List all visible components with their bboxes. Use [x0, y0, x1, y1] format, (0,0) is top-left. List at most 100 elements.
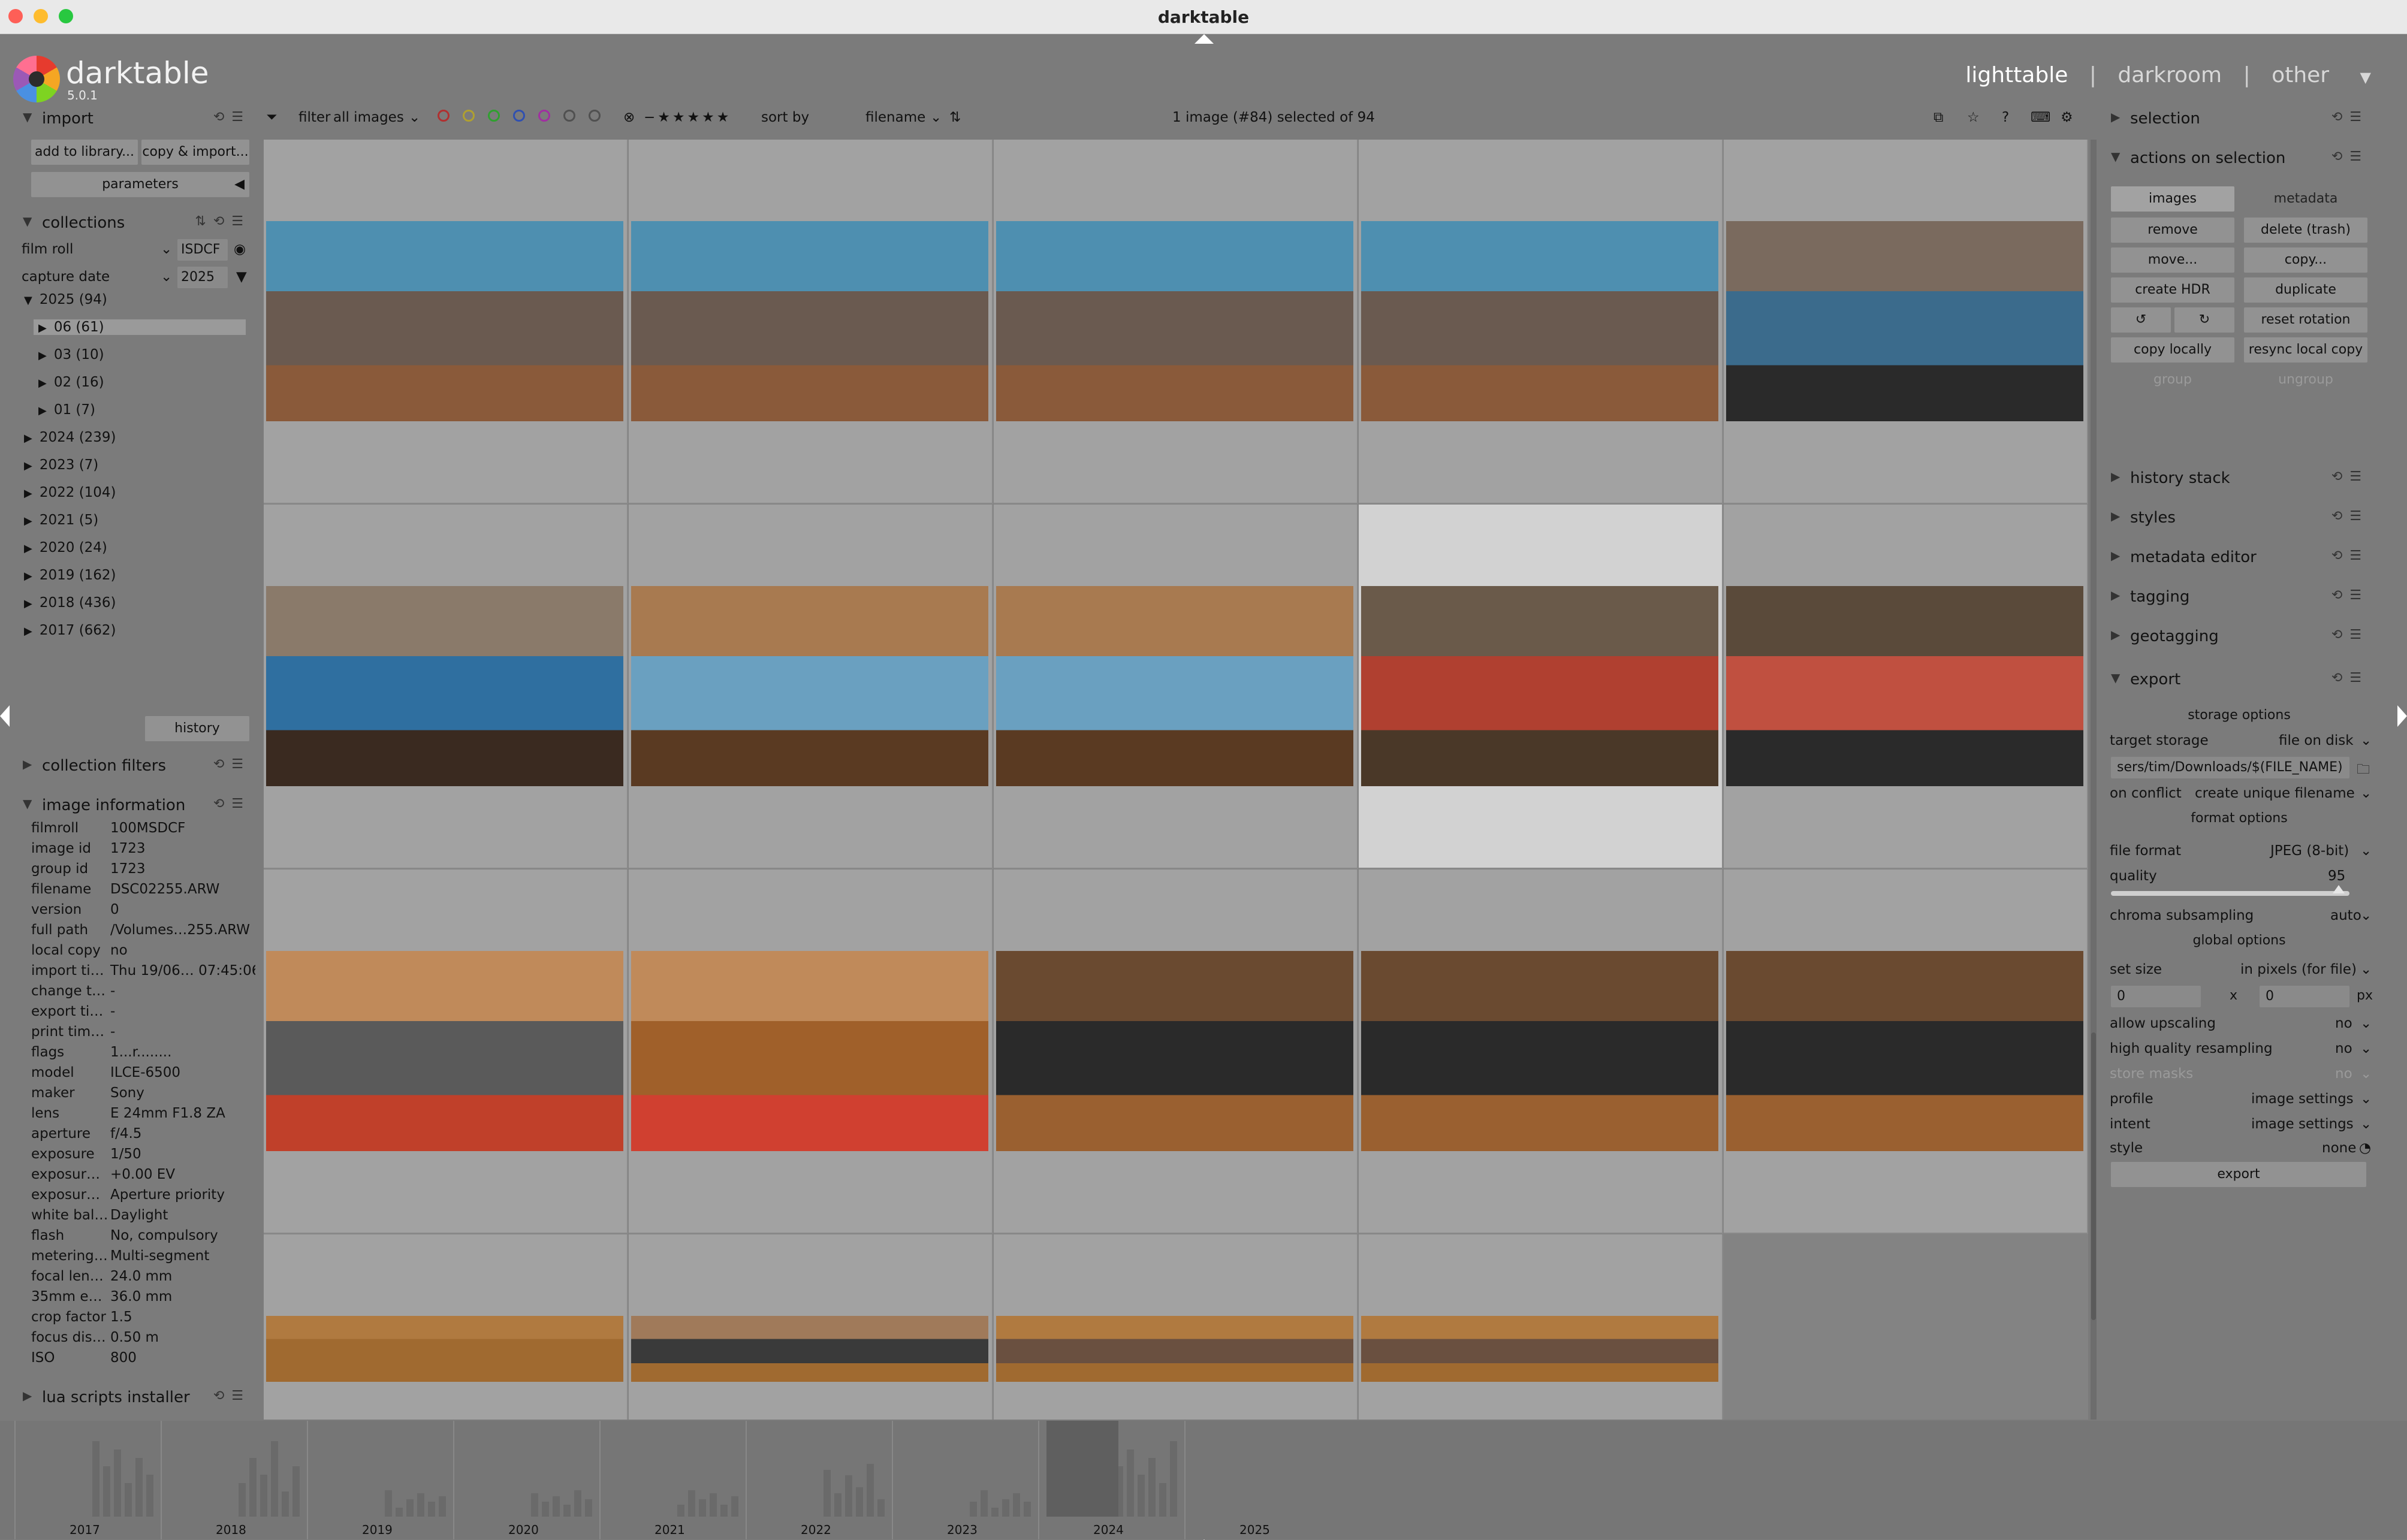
grid-scrollbar[interactable]	[2091, 140, 2097, 1420]
chevron-down-icon[interactable]: ⌄	[2360, 786, 2372, 801]
thumbnail-cell[interactable]	[1359, 869, 1723, 1234]
collection-tree-item[interactable]: ▶03 (10)	[38, 347, 104, 363]
thumbnail-image[interactable]	[631, 951, 988, 1151]
thumbnail-image[interactable]	[1726, 221, 2083, 421]
collection-tree-item[interactable]: ▶2017 (662)	[24, 623, 116, 638]
module-header[interactable]: ▶history stack⟲☰	[2105, 464, 2373, 491]
gear-icon[interactable]: ⚙	[2061, 110, 2073, 125]
collapse-icon[interactable]: ▶	[24, 487, 32, 500]
action-button[interactable]: delete (trash)	[2244, 218, 2367, 243]
collection-rule-2[interactable]: capture date ⌄ 2025 ▼	[17, 265, 255, 289]
star-overlay-icon[interactable]: ☆	[1967, 110, 1980, 125]
chevron-down-icon[interactable]: ⌄	[2360, 1091, 2372, 1107]
sort-order-icon[interactable]: ⇅	[949, 110, 961, 125]
action-button[interactable]: copy...	[2244, 247, 2367, 273]
module-header[interactable]: ▶tagging⟲☰	[2105, 583, 2373, 609]
thumbnail-image[interactable]	[266, 586, 623, 786]
collection-tree-item[interactable]: ▶02 (16)	[38, 375, 104, 390]
selection-module-header[interactable]: ▶ selection ⟲☰	[2105, 105, 2373, 131]
field-value[interactable]: auto	[2330, 908, 2361, 923]
collection-tree-item[interactable]: ▶2020 (24)	[24, 540, 107, 555]
reject-icon[interactable]: ⊗	[623, 110, 635, 125]
field-value[interactable]: JPEG (8-bit)	[2270, 843, 2349, 859]
color-label-filter-icon[interactable]	[513, 110, 525, 122]
color-label-filter-icon[interactable]	[538, 110, 550, 122]
thumbnail-image[interactable]	[996, 586, 1353, 786]
views-dropdown-icon[interactable]: ▼	[2360, 69, 2371, 86]
module-icons[interactable]: ⟲☰	[2331, 671, 2369, 686]
collapse-top-arrow-icon[interactable]	[1195, 34, 1214, 44]
thumbnail-cell[interactable]	[994, 505, 1358, 869]
rating-filter-stars[interactable]: −★★★★★	[644, 110, 731, 125]
thumbnail-cell[interactable]	[1359, 1234, 1723, 1420]
slider-handle[interactable]	[2333, 885, 2345, 893]
thumbnail-image[interactable]	[1726, 951, 2083, 1151]
thumbnail-cell[interactable]	[629, 505, 993, 869]
height-input[interactable]: 0	[2260, 986, 2349, 1007]
timeline[interactable]: 201720182019202020212022202320242025	[0, 1421, 2407, 1539]
thumbnail-cell[interactable]	[1724, 140, 2088, 504]
collapse-icon[interactable]: ▶	[24, 432, 32, 445]
collection-tree-item[interactable]: ▼2025 (94)	[24, 292, 107, 307]
thumbnail-image[interactable]	[1361, 221, 1718, 421]
lighttable-grid[interactable]	[264, 140, 2088, 1420]
module-icons[interactable]: ⟲☰	[213, 1388, 251, 1403]
thumbnail-cell[interactable]	[1724, 869, 2088, 1234]
file-format-row[interactable]: file format JPEG (8-bit) ⌄	[2105, 840, 2373, 863]
collection-tree-item[interactable]: ▶2018 (436)	[24, 595, 116, 611]
rotate-right-button[interactable]: ↻	[2174, 307, 2234, 333]
chevron-down-icon[interactable]: ⌄	[2360, 962, 2372, 977]
chevron-down-icon[interactable]: ⌄	[930, 110, 942, 125]
module-header[interactable]: ▶styles⟲☰	[2105, 504, 2373, 530]
chroma-subsampling-row[interactable]: chroma subsampling auto ⌄	[2105, 904, 2373, 928]
field-value[interactable]: create unique filename	[2195, 786, 2355, 801]
chevron-down-icon[interactable]: ⌄	[2360, 908, 2372, 923]
field-value[interactable]: no	[2335, 1016, 2352, 1031]
chevron-down-icon[interactable]: ⌄	[409, 110, 420, 125]
module-icons[interactable]: ⇅⟲☰	[195, 214, 251, 229]
module-icons[interactable]: ⟲☰	[2331, 509, 2369, 524]
collection-tree-item[interactable]: ▶2024 (239)	[24, 430, 116, 445]
color-label-filter-icon[interactable]	[463, 110, 475, 122]
thumbnail-image[interactable]	[631, 586, 988, 786]
thumbnail-cell[interactable]	[994, 140, 1358, 504]
collapse-icon[interactable]: ▶	[24, 515, 32, 527]
chevron-down-icon[interactable]: ⌄	[2360, 1016, 2372, 1031]
quality-slider[interactable]	[2111, 891, 2349, 896]
target-storage-row[interactable]: target storage file on disk ⌄	[2105, 729, 2373, 753]
module-icons[interactable]: ⟲☰	[2331, 627, 2369, 642]
color-label-filter-icon[interactable]	[488, 110, 500, 122]
history-button[interactable]: history	[145, 716, 249, 741]
width-input[interactable]: 0	[2111, 986, 2201, 1007]
collection-filters-module-header[interactable]: ▶ collection filters ⟲☰	[17, 752, 255, 778]
module-icons[interactable]: ⟲☰	[213, 110, 251, 125]
collection-tree-item[interactable]: ▶06 (61)	[34, 319, 246, 335]
chevron-down-icon[interactable]: ⌄	[2360, 733, 2372, 748]
thumbnail-image[interactable]	[996, 221, 1353, 421]
view-other[interactable]: other	[2272, 63, 2329, 87]
grouping-icon[interactable]: ⧉	[1934, 110, 1943, 125]
keyboard-icon[interactable]: ⌨	[2031, 110, 2050, 125]
thumbnail-image[interactable]	[266, 951, 623, 1151]
tab-metadata[interactable]: metadata	[2244, 186, 2367, 212]
thumbnail-image[interactable]	[1361, 1316, 1718, 1382]
image-information-module-header[interactable]: ▼ image information ⟲☰	[17, 792, 255, 818]
scrollbar-thumb[interactable]	[2091, 1032, 2096, 1320]
action-button[interactable]: remove	[2111, 218, 2234, 243]
thumbnail-cell[interactable]	[1359, 505, 1723, 869]
filter-dropdown[interactable]: all images	[333, 110, 404, 125]
parameters-button[interactable]: parameters ◀	[31, 172, 249, 197]
action-button[interactable]: create HDR	[2111, 277, 2234, 303]
thumbnail-cell[interactable]	[629, 1234, 993, 1420]
filter-icon[interactable]: ⏷	[266, 110, 277, 125]
thumbnail-image[interactable]	[631, 221, 988, 421]
action-button[interactable]: resync local copy	[2244, 337, 2367, 363]
chevron-down-icon[interactable]: ⌄	[2360, 1116, 2372, 1132]
collapse-icon[interactable]: ▶	[24, 625, 32, 638]
module-icons[interactable]: ⟲☰	[2331, 469, 2369, 484]
rule-toggle-icon[interactable]: ◉	[234, 241, 246, 257]
thumbnail-image[interactable]	[631, 1316, 988, 1382]
set-size-row[interactable]: set size in pixels (for file) ⌄	[2105, 958, 2373, 982]
rule-dropdown-icon[interactable]: ⌄	[161, 241, 172, 257]
collapse-icon[interactable]: ▶	[38, 404, 47, 417]
